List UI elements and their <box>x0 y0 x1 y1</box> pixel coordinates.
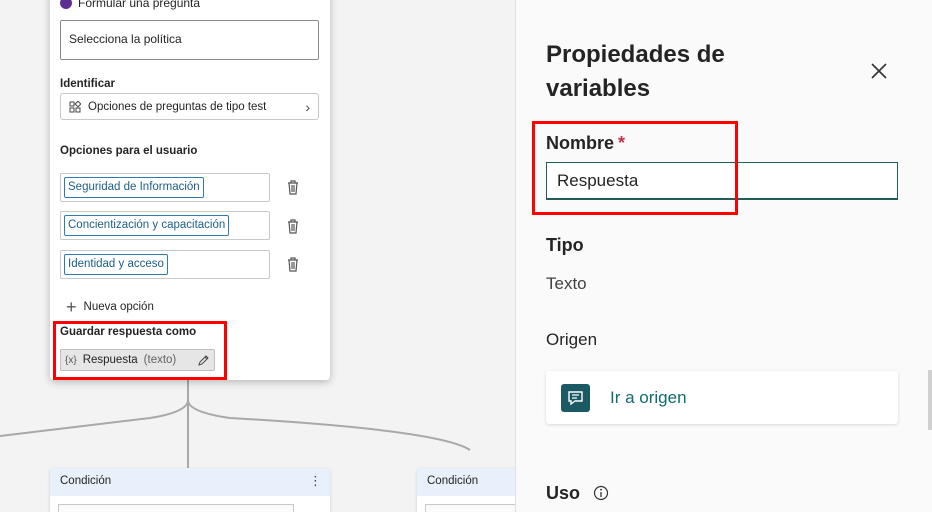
identify-label: Identificar <box>60 78 115 90</box>
new-option-button[interactable]: + Nueva opción <box>66 298 154 316</box>
condition-header: Condición <box>417 468 515 496</box>
panel-scrollbar[interactable] <box>928 370 932 430</box>
new-option-label: Nueva opción <box>83 301 154 313</box>
condition-input[interactable] <box>425 504 515 512</box>
trash-icon[interactable] <box>286 218 300 234</box>
origin-label: Origen <box>546 330 598 349</box>
go-to-origin-link[interactable]: Ir a origen <box>610 388 687 408</box>
trash-icon[interactable] <box>286 179 300 195</box>
question-text-input[interactable]: Selecciona la política <box>60 20 319 60</box>
trash-icon[interactable] <box>286 256 300 272</box>
chat-bubble-icon <box>561 383 590 412</box>
option-field-3[interactable]: Identidad y acceso <box>60 250 270 279</box>
go-to-origin-card[interactable]: Ir a origen <box>546 371 898 424</box>
panel-title: Propiedades de variables <box>546 41 725 102</box>
type-label: Tipo <box>546 235 584 255</box>
entity-grid-icon <box>69 100 81 112</box>
authoring-canvas: Formular una pregunta Selecciona la polí… <box>0 0 515 512</box>
close-icon[interactable] <box>868 60 890 82</box>
condition-node-right[interactable]: Condición <box>417 468 515 512</box>
type-value: Texto <box>546 274 587 293</box>
info-icon[interactable] <box>593 485 609 501</box>
question-node-title: Formular una pregunta <box>78 0 201 10</box>
condition-header: Condición ⋮ <box>50 468 330 496</box>
variable-properties-panel: Propiedades de variables Nombre * Respues… <box>515 0 932 512</box>
question-node-header: Formular una pregunta <box>60 0 200 10</box>
chevron-right-icon: › <box>305 98 310 115</box>
option-chip[interactable]: Seguridad de Información <box>64 177 204 198</box>
identify-entity-button[interactable]: Opciones de preguntas de tipo test › <box>60 93 319 120</box>
identify-entity-label: Opciones de preguntas de tipo test <box>88 100 267 113</box>
highlight-name-field <box>532 121 738 215</box>
question-node-icon <box>60 0 72 9</box>
plus-icon: + <box>66 297 77 317</box>
condition-node-left[interactable]: Condición ⋮ <box>50 468 330 512</box>
condition-title: Condición <box>427 475 479 487</box>
option-chip[interactable]: Identidad y acceso <box>64 254 168 275</box>
usage-label: Uso <box>546 483 581 503</box>
more-options-icon[interactable]: ⋮ <box>309 473 322 489</box>
highlight-save-response <box>53 321 227 380</box>
option-field-1[interactable]: Seguridad de Información <box>60 173 270 202</box>
option-field-2[interactable]: Concientización y capacitación <box>60 211 270 240</box>
condition-input[interactable] <box>58 504 294 512</box>
condition-title: Condición <box>60 475 112 487</box>
user-options-label: Opciones para el usuario <box>60 145 198 157</box>
option-chip[interactable]: Concientización y capacitación <box>64 215 230 236</box>
